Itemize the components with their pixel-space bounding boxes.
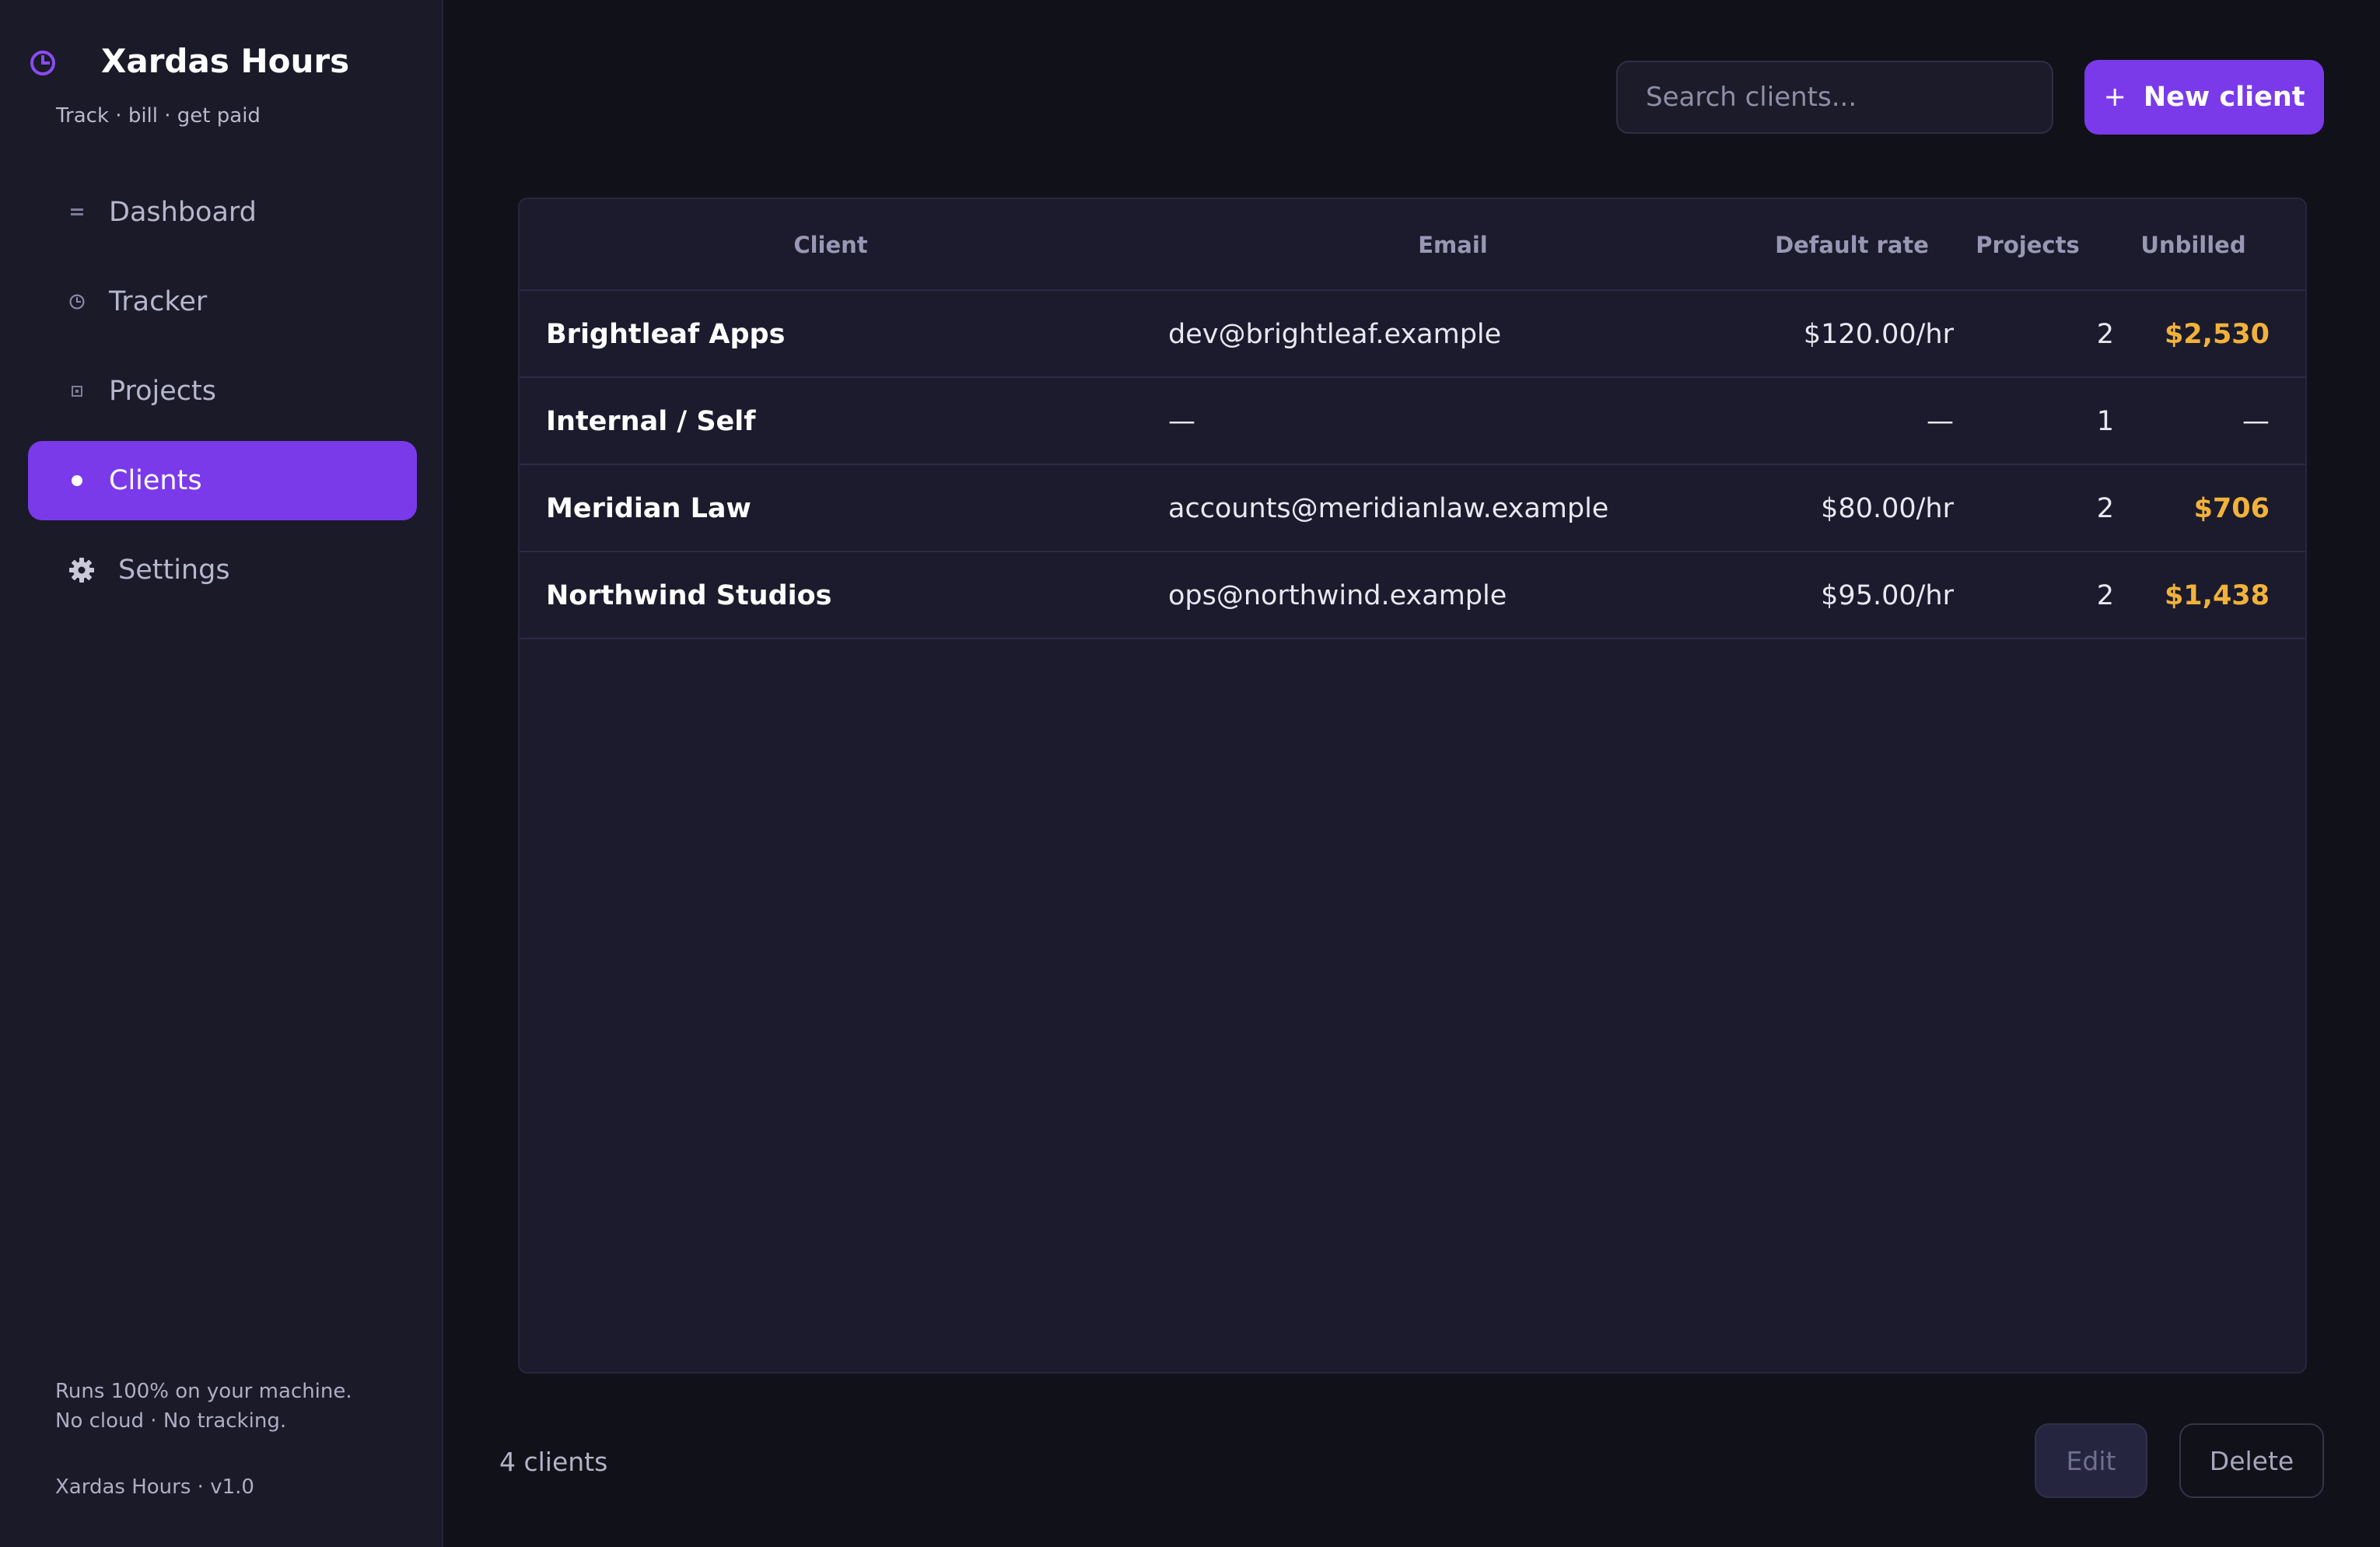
sidebar-item-clients[interactable]: Clients bbox=[28, 441, 417, 520]
gear-icon bbox=[68, 557, 95, 583]
client-rate: $95.00/hr bbox=[1821, 580, 1954, 611]
client-projects: 1 bbox=[2096, 406, 2114, 437]
column-header-client[interactable]: Client bbox=[520, 199, 1142, 291]
table-header[interactable]: Client Email Default rate Projects Unbil… bbox=[520, 199, 2305, 291]
clock-icon bbox=[68, 292, 86, 312]
table-row[interactable]: Brightleaf Apps dev@brightleaf.example $… bbox=[520, 291, 2305, 378]
sidebar-item-label: Settings bbox=[118, 555, 230, 586]
clients-table: Client Email Default rate Projects Unbil… bbox=[518, 198, 2307, 1374]
client-rate: — bbox=[1927, 406, 1954, 437]
sidebar-item-label: Clients bbox=[109, 465, 202, 496]
privacy-note: Runs 100% on your machine. No cloud · No… bbox=[55, 1377, 352, 1436]
client-projects: 2 bbox=[2096, 493, 2114, 524]
client-name: Meridian Law bbox=[546, 493, 751, 524]
projects-icon bbox=[68, 386, 86, 397]
client-count: 4 clients bbox=[499, 1447, 608, 1477]
client-name: Brightleaf Apps bbox=[546, 319, 786, 350]
client-projects: 2 bbox=[2096, 580, 2114, 611]
client-unbilled: — bbox=[2242, 406, 2270, 437]
client-unbilled: $706 bbox=[2193, 493, 2270, 524]
client-rate: $120.00/hr bbox=[1803, 319, 1954, 350]
app-title: Xardas Hours bbox=[101, 42, 350, 80]
app-tagline: Track · bill · get paid bbox=[56, 104, 261, 128]
sidebar-item-label: Dashboard bbox=[109, 197, 257, 228]
sidebar-item-label: Tracker bbox=[109, 286, 208, 317]
client-unbilled: $2,530 bbox=[2164, 319, 2270, 350]
column-header-email[interactable]: Email bbox=[1142, 199, 1764, 291]
privacy-note-line: No cloud · No tracking. bbox=[55, 1409, 287, 1433]
privacy-note-line: Runs 100% on your machine. bbox=[55, 1380, 352, 1403]
column-header-projects[interactable]: Projects bbox=[1940, 199, 2116, 291]
sidebar-item-label: Projects bbox=[109, 376, 216, 407]
sidebar: Xardas Hours Track · bill · get paid Das… bbox=[0, 0, 443, 1547]
client-email: ops@northwind.example bbox=[1168, 580, 1507, 611]
client-name: Northwind Studios bbox=[546, 580, 832, 611]
client-email: dev@brightleaf.example bbox=[1168, 319, 1502, 350]
plus-icon: + bbox=[2103, 82, 2126, 113]
edit-button[interactable]: Edit bbox=[2035, 1423, 2147, 1498]
dashboard-icon bbox=[68, 208, 86, 217]
client-email: accounts@meridianlaw.example bbox=[1168, 493, 1609, 524]
column-header-rate[interactable]: Default rate bbox=[1764, 199, 1940, 291]
new-client-label: New client bbox=[2143, 82, 2305, 113]
client-unbilled: $1,438 bbox=[2164, 580, 2270, 611]
clock-logo-icon bbox=[30, 51, 55, 75]
table-row[interactable]: Northwind Studios ops@northwind.example … bbox=[520, 552, 2305, 639]
app-window: Xardas Hours Track · bill · get paid Das… bbox=[0, 0, 2380, 1547]
table-row[interactable]: Meridian Law accounts@meridianlaw.exampl… bbox=[520, 465, 2305, 552]
client-name: Internal / Self bbox=[546, 406, 756, 437]
client-rate: $80.00/hr bbox=[1821, 493, 1954, 524]
search-input[interactable] bbox=[1616, 61, 2053, 134]
sidebar-nav: Dashboard Tracker Projects Clients Setti… bbox=[28, 173, 417, 620]
sidebar-item-projects[interactable]: Projects bbox=[28, 352, 417, 431]
column-header-unbilled[interactable]: Unbilled bbox=[2116, 199, 2271, 291]
delete-button[interactable]: Delete bbox=[2179, 1423, 2324, 1498]
dot-icon bbox=[68, 474, 86, 487]
client-email: — bbox=[1168, 406, 1195, 437]
table-row[interactable]: Internal / Self — — 1 — bbox=[520, 378, 2305, 465]
app-version: Xardas Hours · v1.0 bbox=[55, 1475, 254, 1499]
client-projects: 2 bbox=[2096, 319, 2114, 350]
new-client-button[interactable]: + New client bbox=[2084, 60, 2324, 135]
sidebar-item-settings[interactable]: Settings bbox=[28, 530, 417, 610]
sidebar-item-tracker[interactable]: Tracker bbox=[28, 262, 417, 341]
sidebar-item-dashboard[interactable]: Dashboard bbox=[28, 173, 417, 252]
